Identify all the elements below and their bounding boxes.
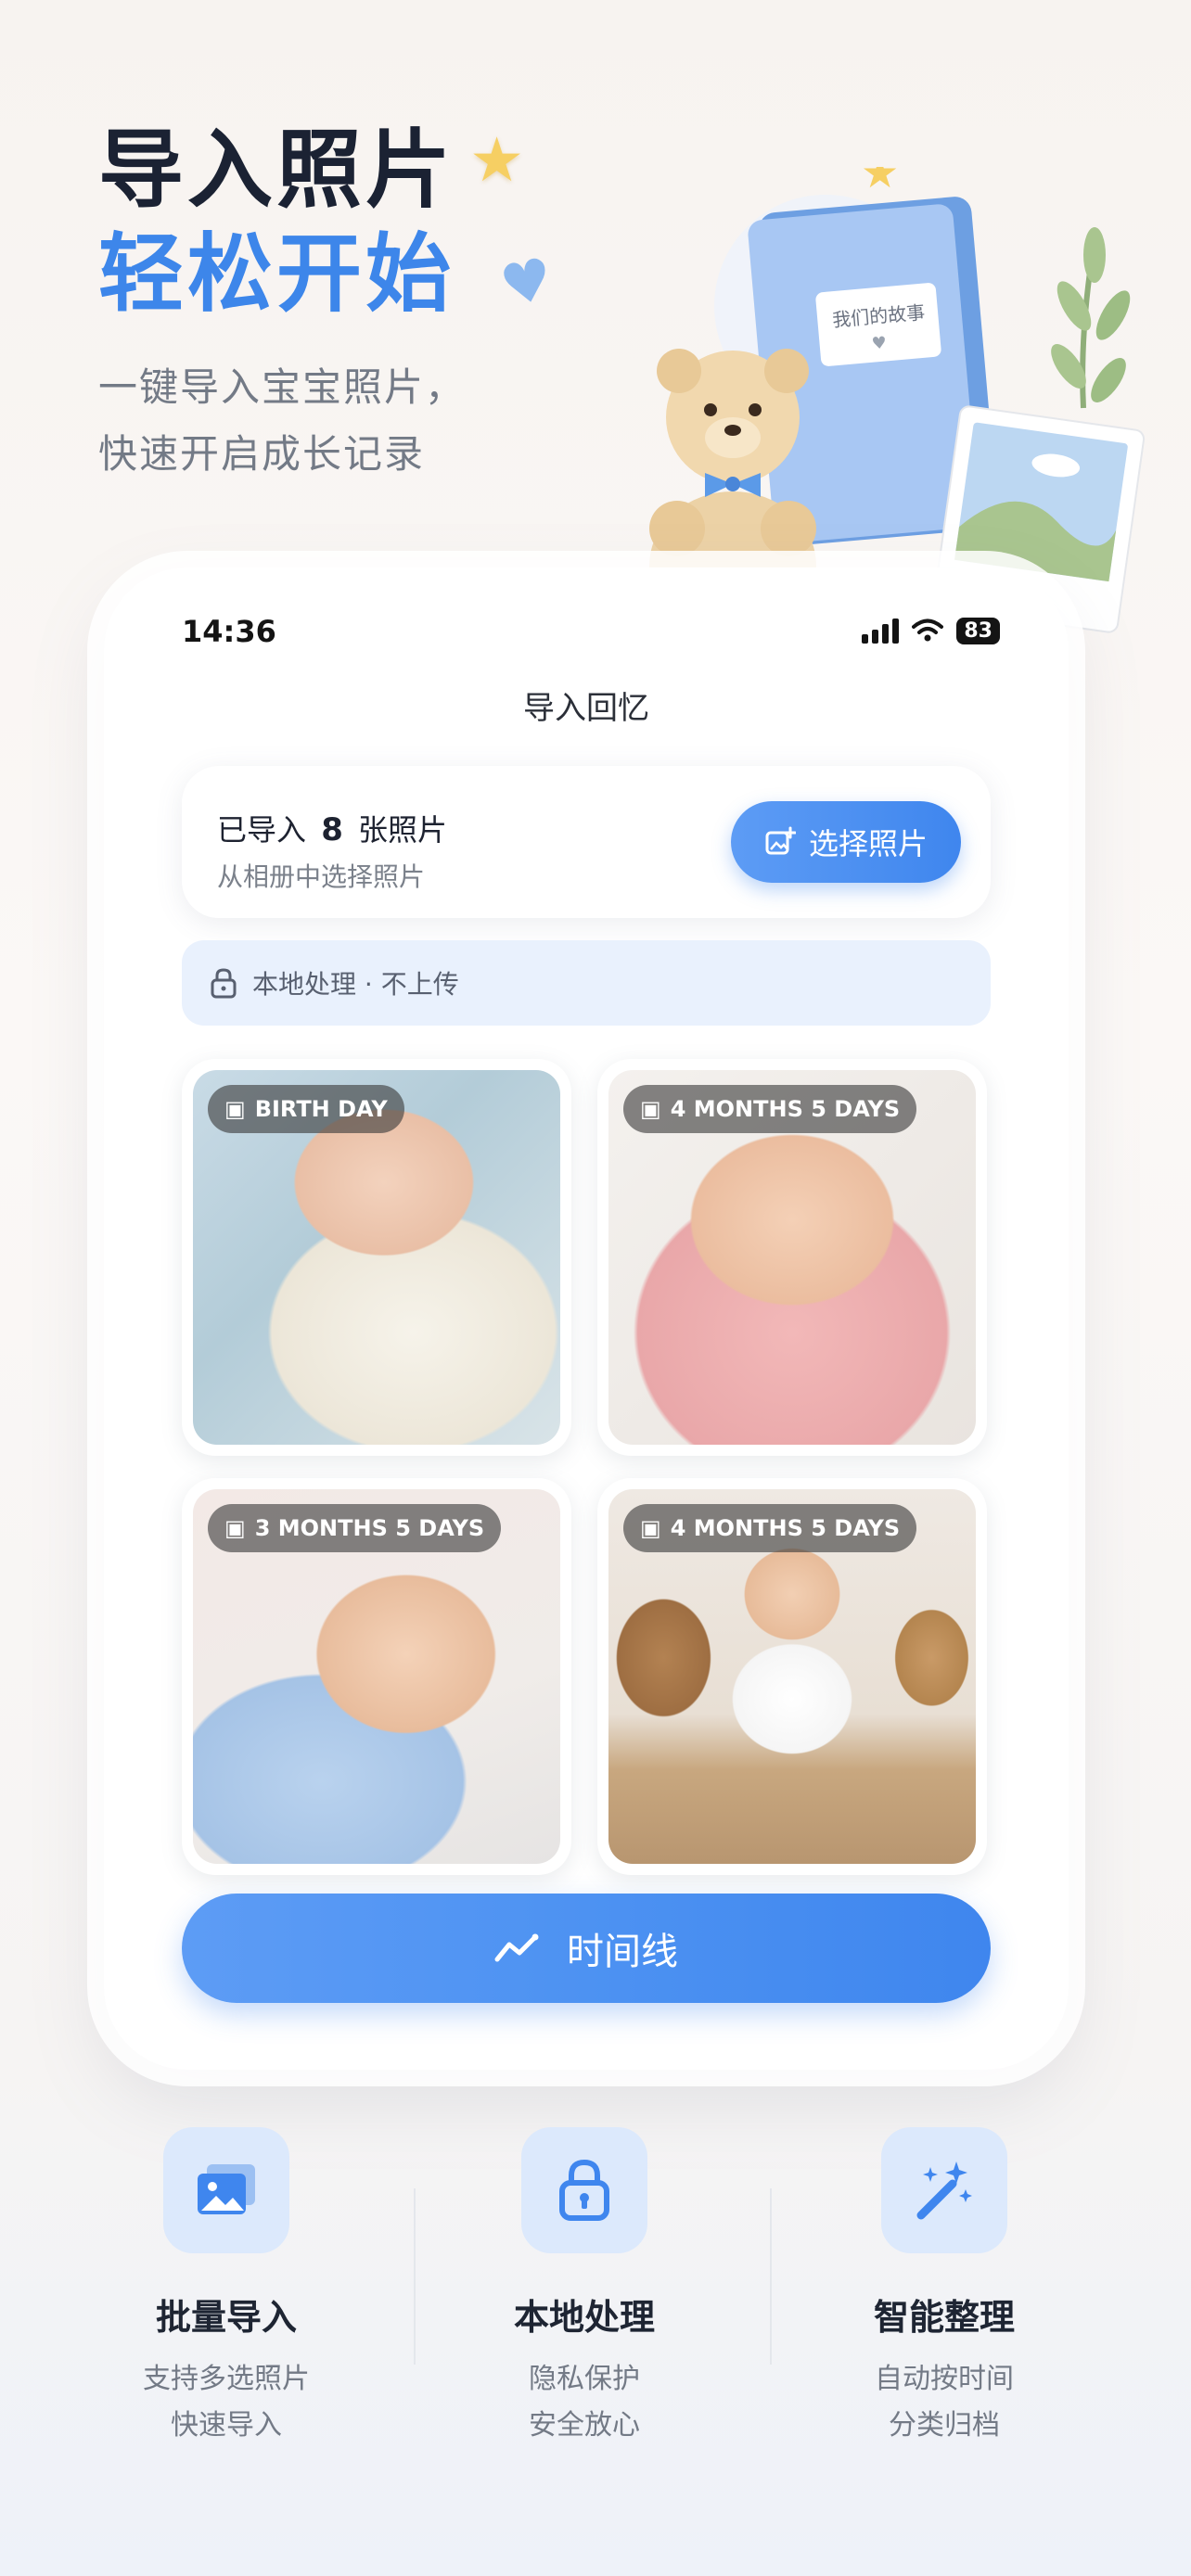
photo-date-label: ▣ BIRTH DAY <box>208 1085 404 1133</box>
feature-desc: 自动按时间 分类归档 <box>805 2356 1083 2449</box>
photo-label-text: BIRTH DAY <box>254 1096 388 1122</box>
feature-title: 批量导入 <box>155 2297 297 2338</box>
feature-desc: 隐私保护 安全放心 <box>445 2356 724 2449</box>
small-star-icon: ★ <box>861 167 899 198</box>
photo-label-text: 4 MONTHS 5 DAYS <box>670 1515 901 1541</box>
photo-label-text: 3 MONTHS 5 DAYS <box>254 1515 485 1541</box>
hero-title-highlight: 轻松开始 <box>98 224 455 324</box>
feature-title: 本地处理 <box>513 2297 655 2338</box>
feature-desc-line: 自动按时间 <box>875 2363 1014 2395</box>
photo-card[interactable]: ▣ 3 MONTHS 5 DAYS <box>182 1478 571 1875</box>
baby-photo: ▣ 3 MONTHS 5 DAYS <box>193 1489 560 1864</box>
feature-desc-line: 快速导入 <box>171 2409 282 2442</box>
photo-label-text: 4 MONTHS 5 DAYS <box>670 1096 901 1122</box>
photo-date-label: ▣ 4 MONTHS 5 DAYS <box>623 1085 917 1133</box>
baby-photo: ▣ 4 MONTHS 5 DAYS <box>608 1070 976 1445</box>
lock-icon <box>521 2127 647 2253</box>
baby-photo: ▣ BIRTH DAY <box>193 1070 560 1445</box>
trend-line-icon <box>494 1933 539 1962</box>
svg-text:♥: ♥ <box>871 333 888 353</box>
divider <box>414 2188 416 2365</box>
feature-title: 智能整理 <box>873 2297 1015 2338</box>
wifi-icon <box>912 618 944 642</box>
import-hint: 从相册中选择照片 <box>217 861 426 892</box>
import-count-text: 已导入 8 张照片 <box>217 807 447 849</box>
feature-desc: 支持多选照片 快速导入 <box>87 2356 365 2449</box>
timeline-label: 时间线 <box>567 1931 678 1973</box>
battery-indicator: 83 <box>956 617 1000 644</box>
calendar-icon: ▣ <box>224 1096 246 1122</box>
photo-grid: ▣ BIRTH DAY ▣ 4 MONTHS 5 DAYS ▣ 3 MONTHS… <box>182 1059 994 1875</box>
photo-date-label: ▣ 3 MONTHS 5 DAYS <box>208 1504 502 1552</box>
leaf-icon <box>1051 227 1131 409</box>
feature-batch-import: 批量导入 支持多选照片 快速导入 <box>87 2127 365 2449</box>
feature-desc-line: 分类归档 <box>889 2409 1000 2442</box>
import-summary-card: 已导入 8 张照片 从相册中选择照片 选择照片 <box>182 766 991 918</box>
image-icon <box>163 2127 289 2253</box>
photo-date-label: ▣ 4 MONTHS 5 DAYS <box>623 1504 917 1552</box>
magic-wand-icon <box>881 2127 1007 2253</box>
hero-subtitle: 一键导入宝宝照片， 快速开启成长记录 <box>98 354 466 488</box>
photo-card[interactable]: ▣ 4 MONTHS 5 DAYS <box>597 1478 987 1875</box>
import-count: 8 <box>321 811 343 848</box>
status-time: 14:36 <box>182 614 276 649</box>
import-suffix: 张照片 <box>358 812 448 848</box>
calendar-icon: ▣ <box>640 1096 661 1122</box>
signal-icon <box>862 618 900 644</box>
local-processing-notice: 本地处理 · 不上传 <box>182 940 991 1026</box>
photo-card[interactable]: ▣ BIRTH DAY <box>182 1059 571 1456</box>
select-photos-label: 选择照片 <box>808 826 928 861</box>
hero-title: 导入照片 <box>98 121 455 220</box>
feature-list: 批量导入 支持多选照片 快速导入 本地处理 隐私保护 安全放心 智能整理 自动按… <box>0 2114 1191 2504</box>
phone-mockup: 14:36 83 导入回忆 已导入 8 张照片 从相册中选择照片 选择照片 本地… <box>104 567 1069 2070</box>
baby-photo: ▣ 4 MONTHS 5 DAYS <box>608 1489 976 1864</box>
feature-desc-line: 安全放心 <box>529 2409 640 2442</box>
feature-desc-line: 隐私保护 <box>529 2363 640 2395</box>
lock-icon <box>211 968 237 999</box>
star-icon: ★ <box>469 124 525 196</box>
import-prefix: 已导入 <box>217 812 307 848</box>
screen-title: 导入回忆 <box>523 690 649 727</box>
calendar-icon: ▣ <box>640 1515 661 1541</box>
local-notice-text: 本地处理 · 不上传 <box>252 969 459 1000</box>
photo-card[interactable]: ▣ 4 MONTHS 5 DAYS <box>597 1059 987 1456</box>
calendar-icon: ▣ <box>224 1515 246 1541</box>
add-photo-icon <box>765 826 796 855</box>
feature-smart-organize: 智能整理 自动按时间 分类归档 <box>805 2127 1083 2449</box>
hero-subtitle-line1: 一键导入宝宝照片， <box>98 364 467 410</box>
hero-subtitle-line2: 快速开启成长记录 <box>98 431 426 477</box>
select-photos-button[interactable]: 选择照片 <box>731 801 961 883</box>
feature-desc-line: 支持多选照片 <box>143 2363 310 2395</box>
heart-icon: ♥ <box>494 244 559 321</box>
feature-local-processing: 本地处理 隐私保护 安全放心 <box>445 2127 724 2449</box>
divider <box>770 2188 772 2365</box>
timeline-button[interactable]: 时间线 <box>182 1894 991 2003</box>
status-icons: 83 <box>862 614 1000 647</box>
